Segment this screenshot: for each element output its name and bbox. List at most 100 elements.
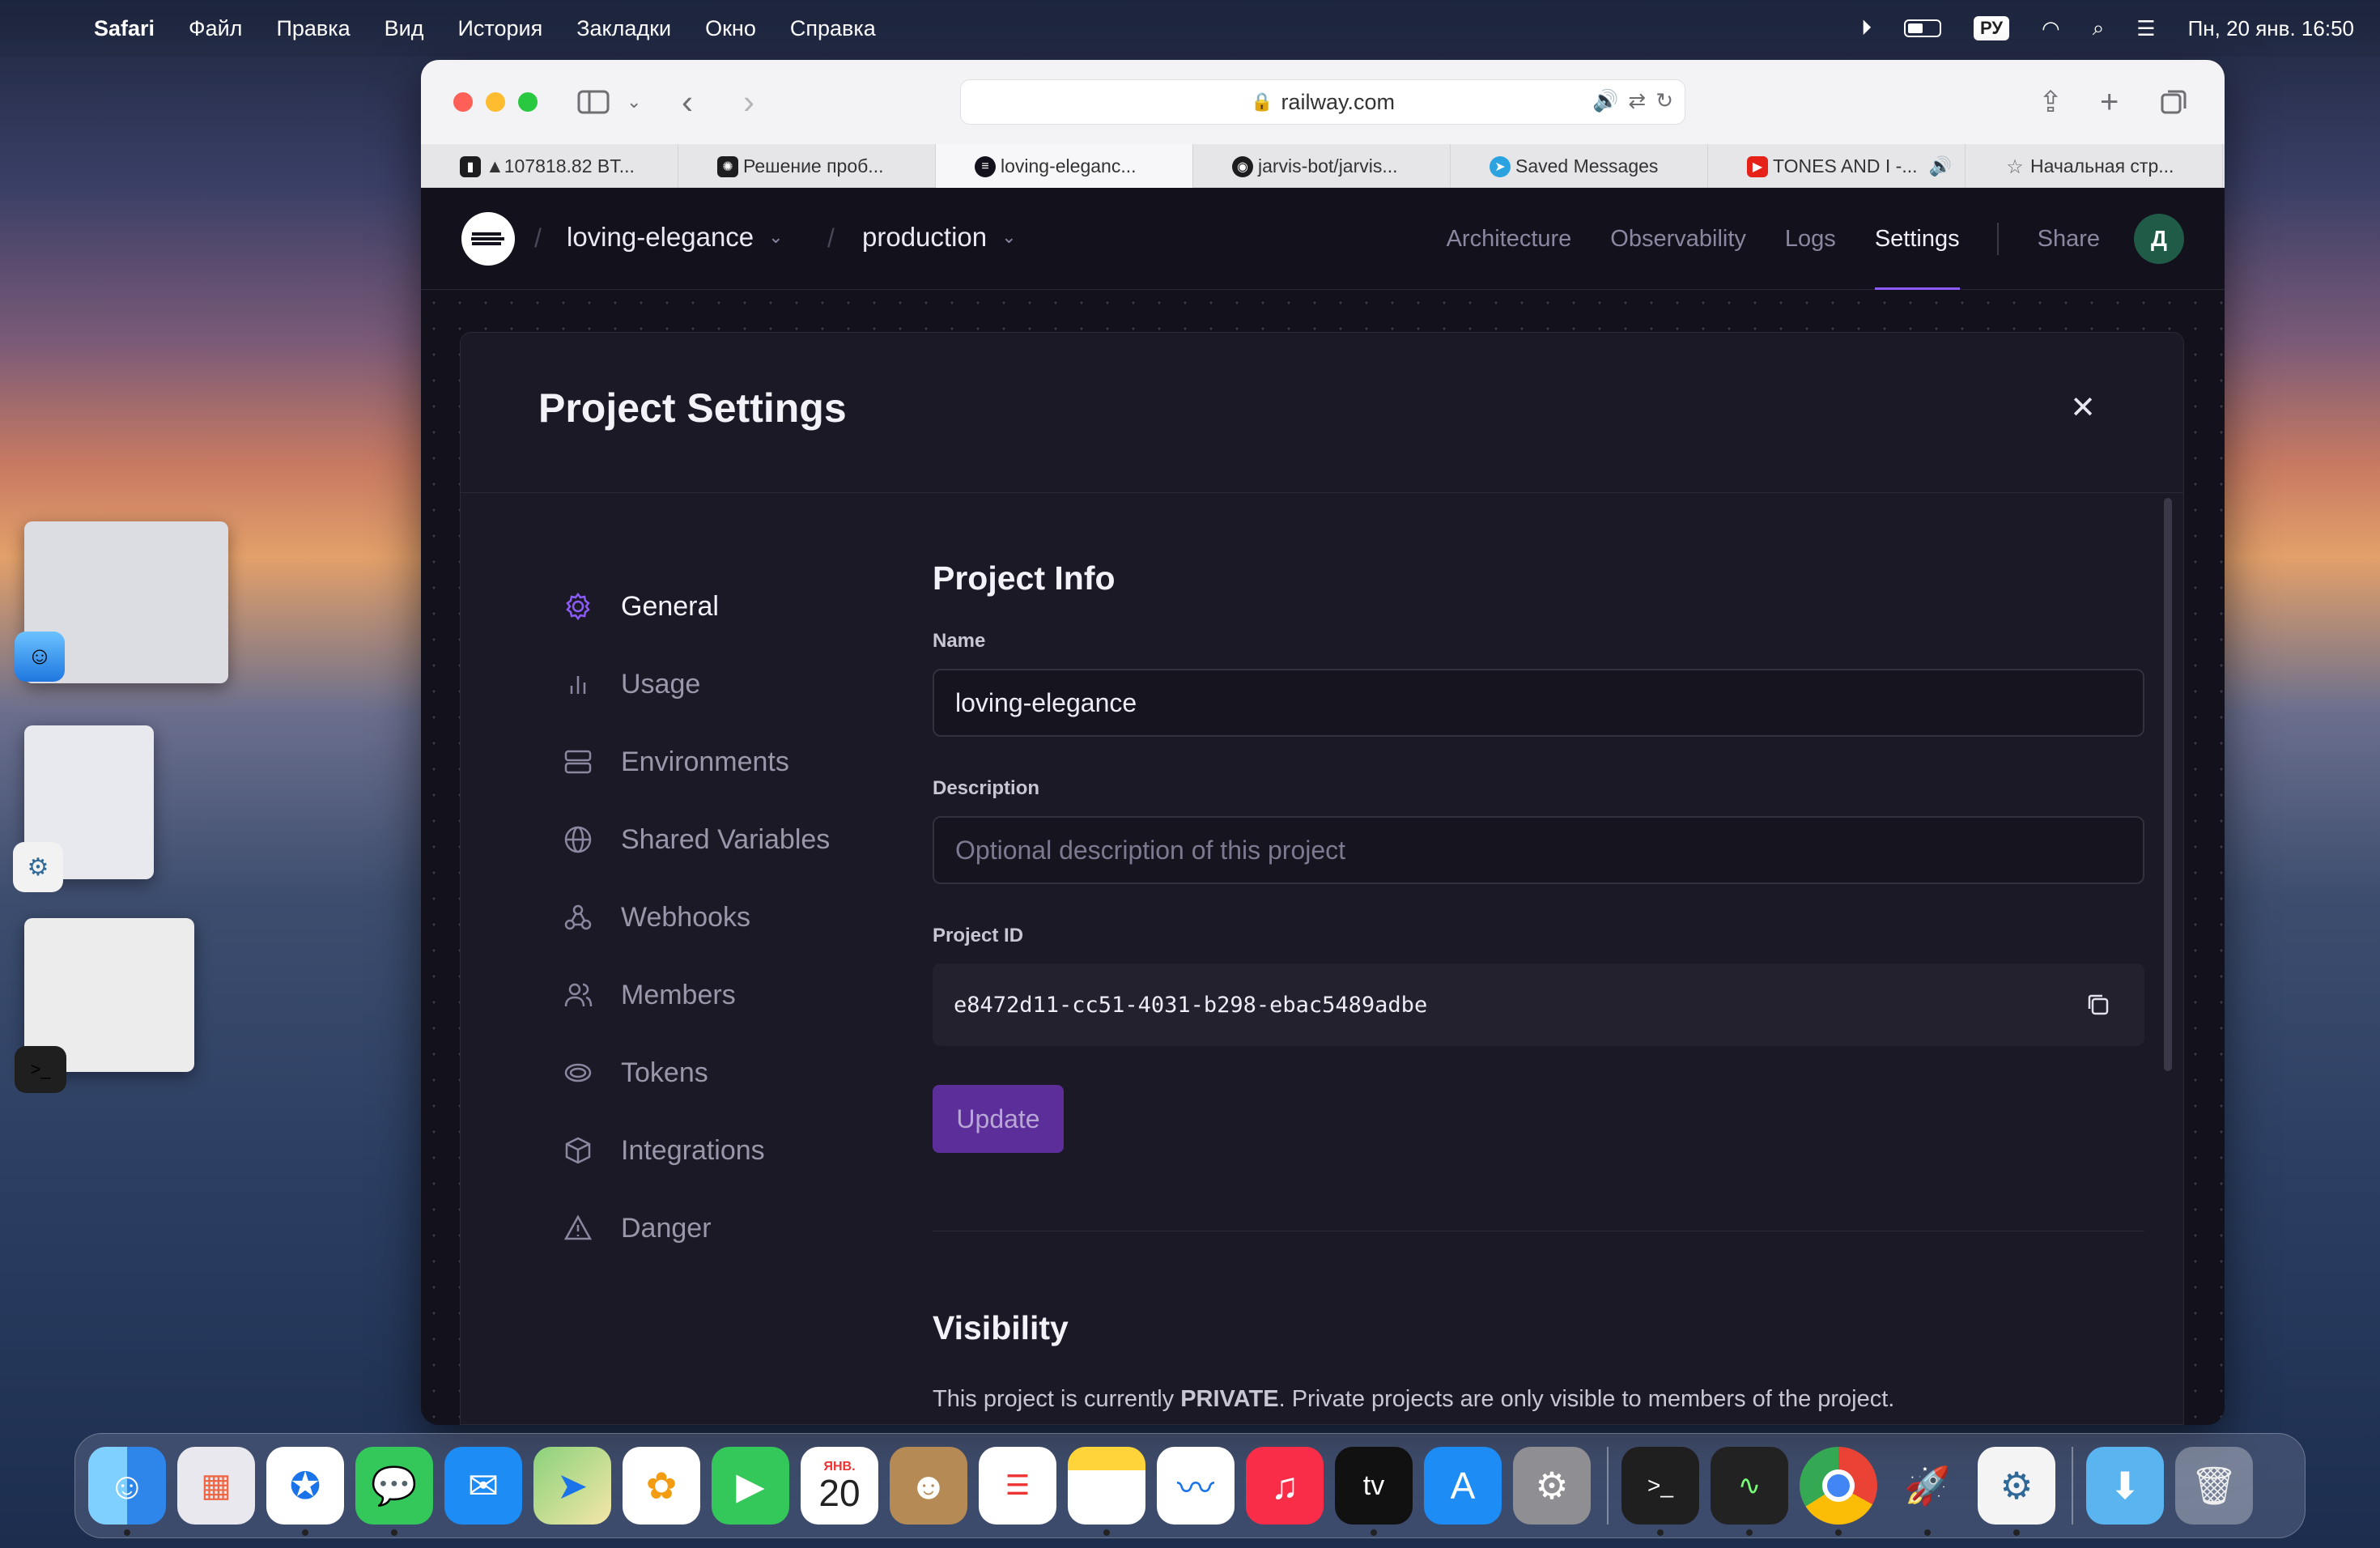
url-text: railway.com [1281, 89, 1395, 114]
menubar-clock[interactable]: Пн, 20 янв. 16:50 [2188, 16, 2354, 41]
wifi-icon[interactable]: ◠ [2042, 16, 2060, 41]
rocket-icon[interactable]: 🚀 [1889, 1447, 1966, 1536]
sidebar-item-label: Environments [621, 746, 789, 777]
nav-settings[interactable]: Settings [1874, 188, 1960, 290]
sidebar-item-integrations[interactable]: Integrations [561, 1112, 885, 1189]
reminders-icon[interactable]: ☰ [979, 1447, 1056, 1525]
menu-edit[interactable]: Правка [276, 16, 350, 41]
browser-tab[interactable]: ➤ Saved Messages [1451, 144, 1708, 188]
user-avatar[interactable]: Д [2134, 214, 2184, 264]
photos-icon[interactable]: ✿ [623, 1447, 700, 1525]
browser-toolbar: ⌄ ‹ › 🔒 railway.com 🔊 ⇄ ↻ ⇪ + [421, 60, 2225, 144]
description-label: Description [933, 777, 1040, 799]
browser-tab-active[interactable]: ≡ loving-eleganc... [936, 144, 1193, 188]
menu-window[interactable]: Окно [705, 16, 756, 41]
sidebar-item-environments[interactable]: Environments [561, 723, 885, 801]
webhook-icon [561, 900, 595, 934]
forward-icon[interactable]: › [743, 81, 754, 123]
python-launcher-icon[interactable]: ⚙ [1978, 1447, 2055, 1536]
sidebar-item-usage[interactable]: Usage [561, 645, 885, 723]
project-name-input[interactable]: loving-elegance [933, 669, 2144, 737]
railway-favicon-icon: ≡ [975, 156, 996, 177]
nav-architecture[interactable]: Architecture [1447, 188, 1572, 290]
address-bar[interactable]: 🔒 railway.com 🔊 ⇄ ↻ [960, 79, 1685, 125]
railway-app: / loving-elegance ⌄ / production ⌄ Archi… [421, 188, 2225, 1425]
notes-icon[interactable] [1068, 1447, 1145, 1536]
nav-observability[interactable]: Observability [1610, 188, 1746, 290]
battery-icon[interactable] [1903, 19, 1941, 37]
input-language-badge[interactable]: РУ [1973, 16, 2010, 40]
menu-file[interactable]: Файл [189, 16, 242, 41]
globe-icon [561, 823, 595, 857]
menu-bookmarks[interactable]: Закладки [576, 16, 671, 41]
contacts-icon[interactable]: ☻ [890, 1447, 967, 1525]
project-id-label: Project ID [933, 925, 1024, 946]
sidebar-item-danger[interactable]: Danger [561, 1189, 885, 1267]
browser-tab[interactable]: ☆ Начальная стр... [1966, 144, 2223, 188]
tab-overview-icon[interactable] [2160, 81, 2189, 123]
messages-icon[interactable]: 💬 [355, 1447, 433, 1536]
new-tab-icon[interactable]: + [2100, 81, 2119, 123]
activity-monitor-icon[interactable]: ∿ [1711, 1447, 1788, 1536]
sidebar-item-webhooks[interactable]: Webhooks [561, 878, 885, 956]
browser-tab[interactable]: ✺ Решение проб... [678, 144, 936, 188]
control-center-icon[interactable]: ☰ [2136, 16, 2155, 41]
visibility-heading: Visibility [933, 1309, 1069, 1346]
browser-tab[interactable]: ▶ TONES AND I -... 🔊 [1708, 144, 1966, 188]
tab-group-chevron-down-icon[interactable]: ⌄ [627, 81, 641, 123]
share-icon[interactable]: ⇪ [2038, 81, 2063, 123]
chevron-down-icon: ⌄ [1001, 227, 1017, 247]
browser-tab[interactable]: ◉ jarvis-bot/jarvis... [1193, 144, 1451, 188]
launchpad-icon[interactable]: ▦ [177, 1447, 255, 1525]
chrome-icon[interactable] [1800, 1447, 1877, 1536]
modal-scrollbar[interactable] [2164, 498, 2172, 1071]
now-playing-icon[interactable]: ⏵ [1861, 15, 1872, 41]
mail-icon[interactable]: ✉ [444, 1447, 522, 1525]
system-settings-icon[interactable]: ⚙ [1513, 1447, 1591, 1525]
update-button[interactable]: Update [933, 1085, 1064, 1153]
close-window-button[interactable] [453, 92, 473, 112]
sidebar-item-general[interactable]: General [561, 568, 885, 645]
menu-view[interactable]: Вид [385, 16, 424, 41]
apple-tv-icon[interactable]: tv [1335, 1447, 1413, 1536]
safari-icon[interactable]: ✪ [266, 1447, 344, 1536]
freeform-icon[interactable]: 〰 [1157, 1447, 1235, 1525]
sidebar-item-tokens[interactable]: Tokens [561, 1034, 885, 1112]
description-input[interactable]: Optional description of this project [933, 816, 2144, 884]
share-button[interactable]: Share [2038, 188, 2100, 290]
sidebar-item-shared-variables[interactable]: Shared Variables [561, 801, 885, 878]
sidebar-toggle-icon[interactable] [575, 81, 612, 123]
browser-tab[interactable]: ▮ ▲107818.82 BT... [421, 144, 678, 188]
terminal-icon[interactable]: >_ [1621, 1447, 1699, 1536]
nav-logs[interactable]: Logs [1785, 188, 1836, 290]
downloads-folder-icon[interactable]: ⬇ [2086, 1447, 2164, 1525]
music-icon[interactable]: ♫ [1246, 1447, 1324, 1525]
app-store-icon[interactable]: A [1424, 1447, 1502, 1525]
copy-icon[interactable] [2085, 991, 2112, 1024]
minimize-window-button[interactable] [486, 92, 505, 112]
maps-icon[interactable]: ➤ [533, 1447, 611, 1525]
reload-icon[interactable]: ↻ [1655, 88, 1673, 113]
facetime-icon[interactable]: ▶ [712, 1447, 789, 1525]
calendar-icon[interactable]: ЯНВ. 20 [801, 1447, 878, 1525]
spotlight-search-icon[interactable]: ⌕ [2093, 15, 2105, 41]
close-icon[interactable]: ✕ [2070, 389, 2096, 426]
sidebar-item-label: Integrations [621, 1134, 765, 1166]
trash-icon[interactable]: 🗑 [2175, 1447, 2253, 1525]
sidebar-item-members[interactable]: Members [561, 956, 885, 1034]
translate-icon[interactable]: ⇄ [1628, 88, 1646, 113]
menu-help[interactable]: Справка [790, 16, 876, 41]
menu-history[interactable]: История [458, 16, 543, 41]
server-icon [561, 745, 595, 779]
audio-playing-icon[interactable]: 🔊 [1592, 88, 1618, 113]
sidebar-item-label: Members [621, 979, 736, 1010]
zoom-window-button[interactable] [518, 92, 538, 112]
project-switcher[interactable]: loving-elegance ⌄ [567, 222, 784, 253]
menu-app-name[interactable]: Safari [94, 16, 155, 41]
finder-icon[interactable]: ☺ [88, 1447, 166, 1536]
railway-logo-icon[interactable] [461, 212, 515, 266]
safari-window: ⌄ ‹ › 🔒 railway.com 🔊 ⇄ ↻ ⇪ + ▮ ▲107818.8… [421, 60, 2225, 1425]
environment-switcher[interactable]: production ⌄ [862, 222, 1017, 253]
tab-audio-icon[interactable]: 🔊 [1929, 155, 1953, 177]
back-icon[interactable]: ‹ [682, 81, 693, 123]
